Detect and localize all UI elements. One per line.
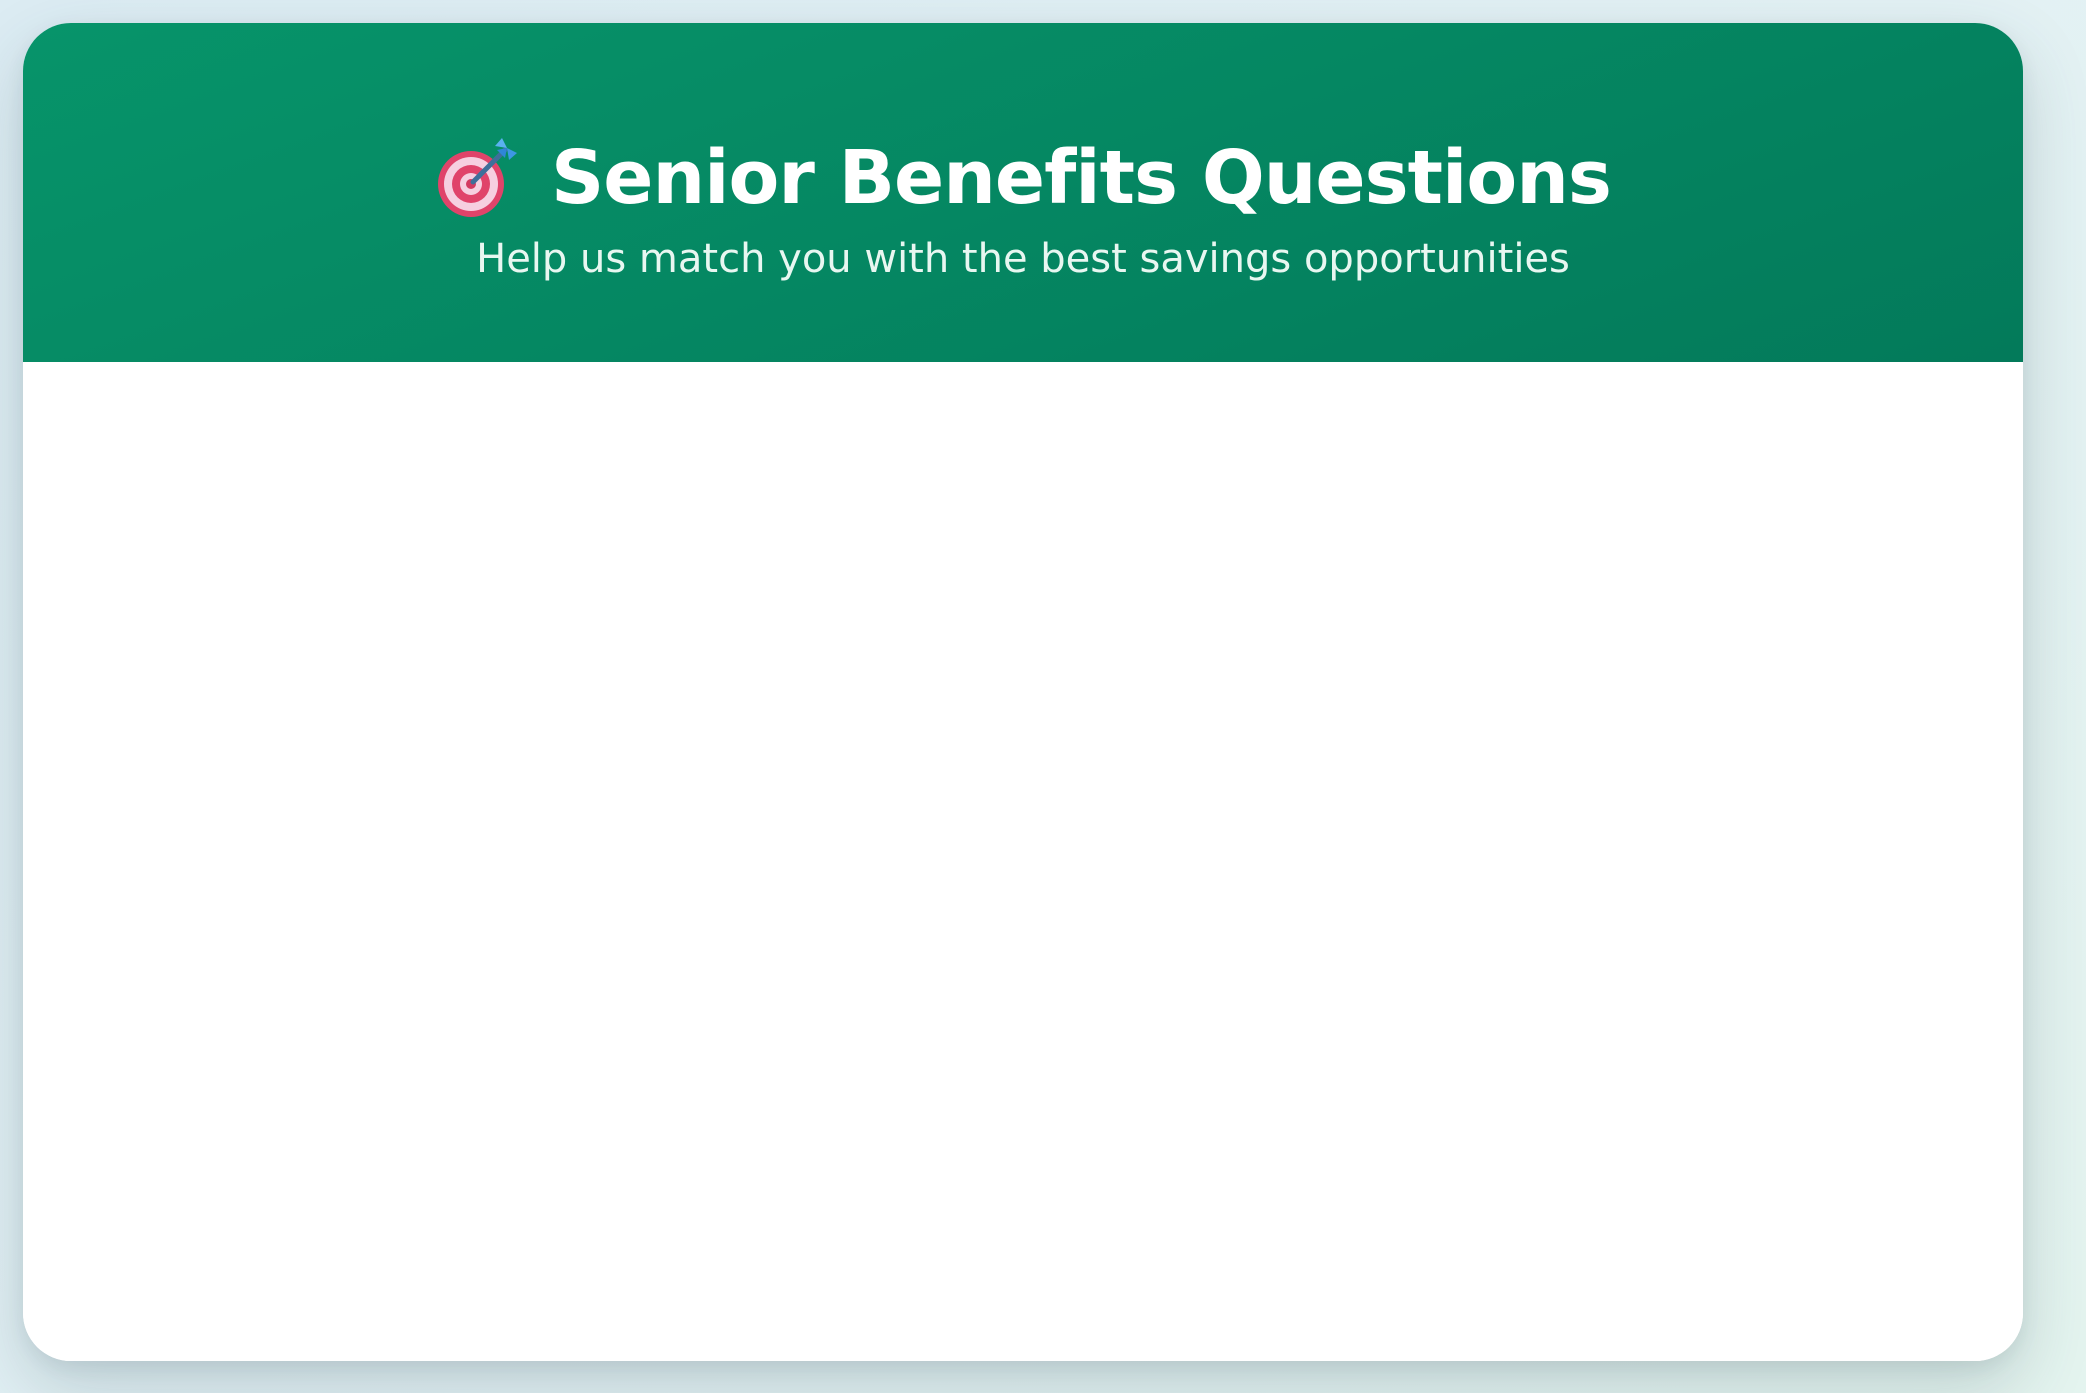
target-dart-icon xyxy=(438,138,518,217)
page-title: Senior Benefits Questions xyxy=(551,135,1612,221)
card-header: Senior Benefits Questions Help us match … xyxy=(23,23,2023,362)
page-subtitle: Help us match you with the best savings … xyxy=(476,236,1570,282)
title-row: Senior Benefits Questions xyxy=(23,123,2023,233)
questions-card: Senior Benefits Questions Help us match … xyxy=(23,23,2023,1361)
card-content-area xyxy=(23,362,2023,1361)
